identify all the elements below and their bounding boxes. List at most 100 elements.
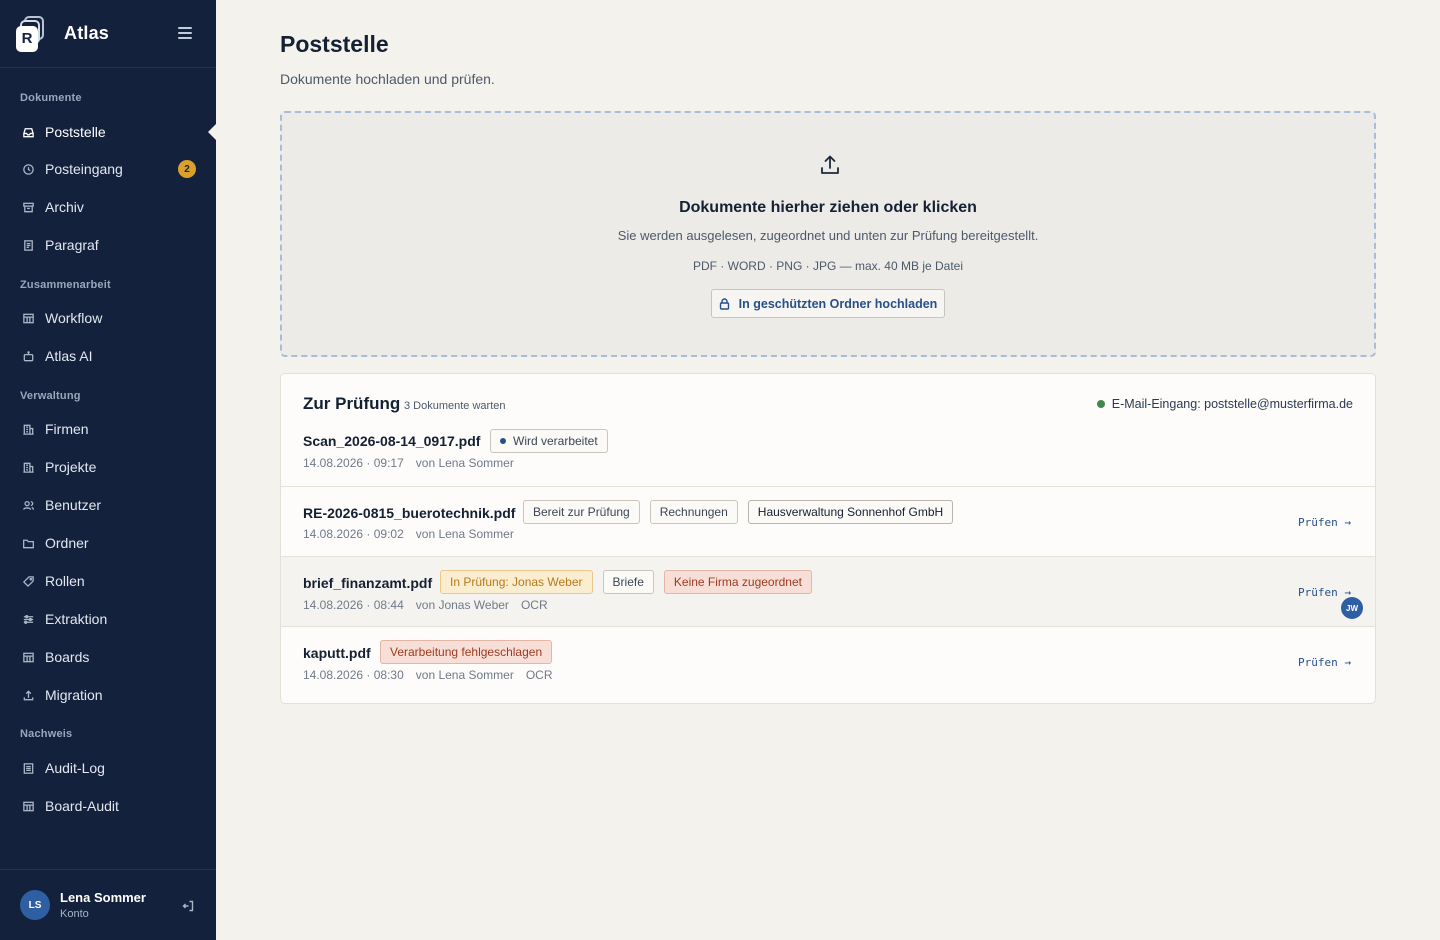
review-document-button[interactable]: Prüfen → [1298, 586, 1351, 599]
review-title: Zur Prüfung [303, 394, 401, 413]
sidebar-item-rollen[interactable]: Rollen [0, 565, 216, 597]
sidebar-item-label: Posteingang [45, 161, 123, 177]
sidebar-item-label: Firmen [45, 421, 89, 437]
tag-icon [21, 574, 35, 588]
status-dot [1096, 400, 1105, 408]
sidebar-item-label: Poststelle [45, 124, 106, 140]
sidebar-item-board-audit[interactable]: Board-Audit [0, 790, 216, 822]
table-row[interactable]: brief_finanzamt.pdf In Prüfung: Jonas We… [281, 556, 1375, 626]
sidebar-item-label: Paragraf [45, 237, 99, 253]
sidebar-item-label: Archiv [45, 199, 84, 215]
user-role: Konto [60, 908, 89, 920]
document-name[interactable]: brief_finanzamt.pdf [303, 575, 432, 591]
sidebar-item-extraktion[interactable]: Extraktion [0, 603, 216, 635]
brand: R Atlas [0, 0, 216, 68]
sidebar-item-label: Audit-Log [45, 760, 105, 776]
folder-icon [21, 536, 35, 550]
review-panel: Zur Prüfung 3 Dokumente warten E-Mail-Ei… [280, 373, 1376, 704]
lock-icon [719, 297, 729, 310]
secure-upload-label: In geschützten Ordner hochladen [738, 296, 938, 311]
secure-upload-button[interactable]: In geschützten Ordner hochladen [711, 289, 945, 318]
sliders-icon [21, 612, 35, 626]
status-badge: Bereit zur Prüfung [523, 500, 640, 524]
document-meta: 14.08.2026 · 09:02 von Lena Sommer [303, 527, 526, 541]
processing-dot [500, 438, 506, 444]
document-meta: 14.08.2026 · 08:44 von Jonas Weber OCR [303, 598, 560, 612]
sidebar-item-label: Migration [45, 687, 103, 703]
table-row[interactable]: Scan_2026-08-14_0917.pdf Wird verarbeite… [281, 416, 1375, 486]
sidebar-item-paragraf[interactable]: Paragraf [0, 229, 216, 261]
avatar: LS [20, 890, 50, 920]
document-uploader: von Lena Sommer [415, 527, 514, 541]
sidebar-item-ordner[interactable]: Ordner [0, 527, 216, 559]
document-date: 14.08.2026 · 08:44 [303, 598, 404, 612]
building-icon [21, 460, 35, 474]
mail-inbox-info: E-Mail-Eingang: poststelle@musterfirma.d… [1096, 397, 1353, 411]
sidebar-item-benutzer[interactable]: Benutzer [0, 489, 216, 521]
robot-icon [21, 349, 35, 363]
sidebar-item-archiv[interactable]: Archiv [0, 191, 216, 223]
sidebar-item-atlas-ai[interactable]: Atlas AI [0, 340, 216, 372]
sidebar-item-migration[interactable]: Migration [0, 679, 216, 711]
review-count: 3 Dokumente warten [404, 400, 506, 412]
user-name: Lena Sommer [60, 890, 146, 905]
sidebar-item-label: Extraktion [45, 611, 108, 627]
document-uploader: von Jonas Weber [415, 598, 509, 612]
document-name[interactable]: Scan_2026-08-14_0917.pdf [303, 433, 480, 449]
clock-icon [21, 162, 35, 176]
table-row[interactable]: kaputt.pdf Verarbeitung fehlgeschlagen 1… [281, 626, 1375, 696]
ocr-label: OCR [520, 598, 548, 612]
sidebar-item-label: Rollen [45, 573, 85, 589]
table-row[interactable]: RE-2026-0815_buerotechnik.pdf Bereit zur… [281, 486, 1375, 556]
sidebar-item-label: Workflow [45, 310, 103, 326]
sidebar-item-boards[interactable]: Boards [0, 641, 216, 673]
app-logo[interactable]: R [16, 15, 48, 52]
status-badge: Verarbeitung fehlgeschlagen [380, 640, 553, 664]
dropzone-title: Dokumente hierher ziehen oder klicken [679, 199, 977, 216]
hamburger-menu-icon[interactable] [178, 27, 192, 39]
list-icon [21, 761, 35, 775]
inbox-tray-icon [21, 125, 35, 139]
unread-count-badge: 2 [178, 160, 196, 178]
document-icon [21, 238, 35, 252]
sidebar-item-audit-log[interactable]: Audit-Log [0, 752, 216, 784]
document-date: 14.08.2026 · 08:30 [303, 668, 404, 682]
active-indicator [208, 124, 216, 140]
company-badge: Hausverwaltung Sonnenhof GmbH [747, 500, 954, 524]
sidebar-item-posteingang[interactable]: Posteingang 2 [0, 153, 216, 185]
upload-dropzone[interactable]: Dokumente hierher ziehen oder klicken Si… [280, 111, 1376, 357]
nav-section-nachweis: Nachweis [20, 728, 73, 740]
document-tags: Bereit zur Prüfung Rechnungen Hausverwal… [523, 500, 954, 524]
users-icon [21, 498, 35, 512]
status-badge: Wird verarbeitet [490, 429, 608, 453]
nav-section-dokumente: Dokumente [20, 92, 82, 104]
review-document-button[interactable]: Prüfen → [1298, 656, 1351, 669]
document-name[interactable]: RE-2026-0815_buerotechnik.pdf [303, 505, 515, 521]
document-meta: 14.08.2026 · 09:17 von Lena Sommer [303, 456, 526, 470]
page-subtitle: Dokumente hochladen und prüfen. [280, 71, 495, 87]
document-tags: In Prüfung: Jonas Weber Briefe Keine Fir… [440, 570, 812, 594]
upload-icon [21, 688, 35, 702]
document-uploader: von Lena Sommer [415, 456, 514, 470]
table-icon [21, 799, 35, 813]
document-meta: 14.08.2026 · 08:30 von Lena Sommer OCR [303, 668, 565, 682]
document-date: 14.08.2026 · 09:02 [303, 527, 404, 541]
user-account[interactable]: LS Lena Sommer Konto [0, 869, 216, 940]
logout-icon[interactable] [182, 899, 194, 912]
sidebar-item-label: Atlas AI [45, 348, 93, 364]
status-badge: In Prüfung: Jonas Weber [440, 570, 593, 594]
sidebar-item-poststelle[interactable]: Poststelle [0, 116, 216, 148]
archive-box-icon [21, 200, 35, 214]
category-badge: Rechnungen [649, 500, 738, 524]
building-icon [21, 422, 35, 436]
sidebar-item-firmen[interactable]: Firmen [0, 413, 216, 445]
sidebar-item-label: Board-Audit [45, 798, 119, 814]
sidebar-item-projekte[interactable]: Projekte [0, 451, 216, 483]
document-name[interactable]: kaputt.pdf [303, 645, 371, 661]
ocr-label: OCR [525, 668, 553, 682]
dropzone-subtitle: Sie werden ausgelesen, zugeordnet und un… [617, 228, 1039, 243]
upload-icon [818, 153, 842, 177]
sidebar-item-workflow[interactable]: Workflow [0, 302, 216, 334]
review-document-button[interactable]: Prüfen → [1298, 516, 1351, 529]
document-date: 14.08.2026 · 09:17 [303, 456, 404, 470]
